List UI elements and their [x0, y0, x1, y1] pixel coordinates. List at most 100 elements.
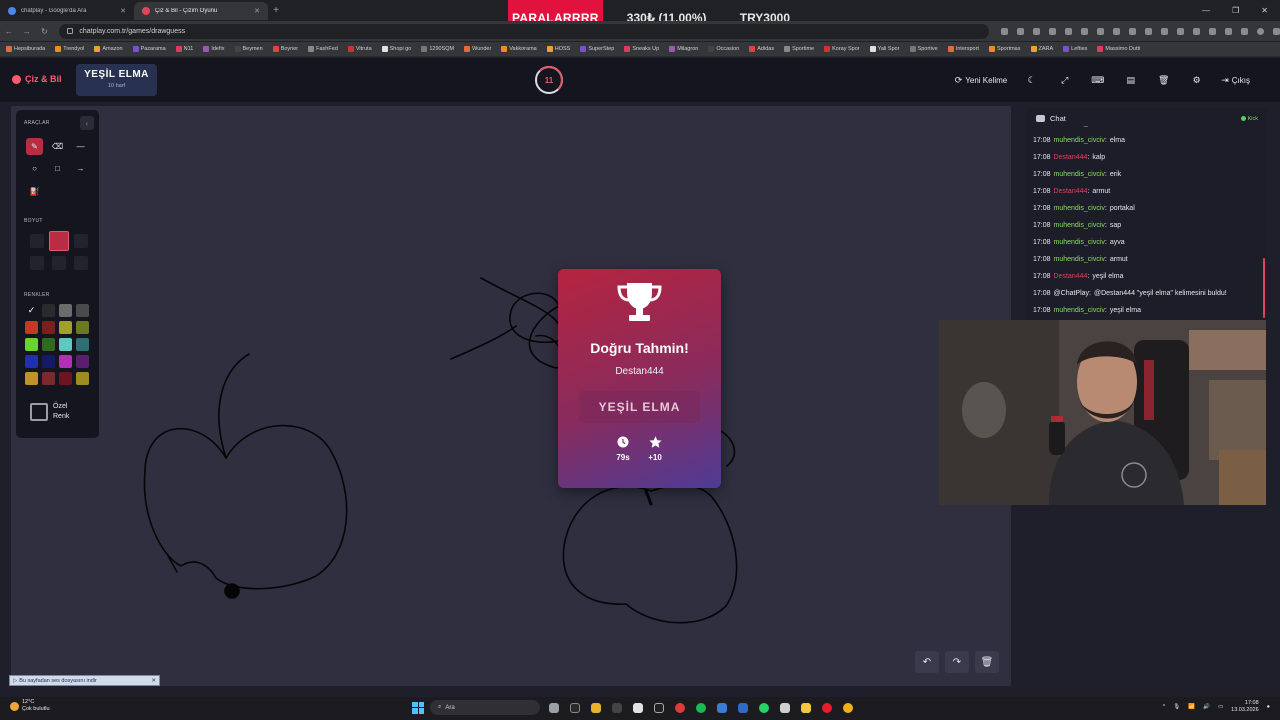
- reload-icon[interactable]: ↻: [36, 27, 54, 36]
- extension-icon[interactable]: [1081, 27, 1088, 35]
- app-icon[interactable]: [714, 700, 729, 715]
- color-swatch[interactable]: [59, 372, 72, 385]
- color-swatch[interactable]: [25, 372, 38, 385]
- battery-icon[interactable]: ▭: [1218, 704, 1223, 710]
- collapse-panel-button[interactable]: ‹: [80, 116, 94, 130]
- arrow-tool[interactable]: →: [72, 160, 89, 177]
- chat-message-user[interactable]: muhendis_civciv: [1054, 222, 1105, 229]
- bookmark-item[interactable]: Idefix: [203, 46, 225, 52]
- app-icon[interactable]: [672, 700, 687, 715]
- extension-icon[interactable]: [1209, 27, 1216, 35]
- extension-icon[interactable]: [1065, 27, 1072, 35]
- browser-menu-icon[interactable]: [1273, 27, 1280, 35]
- volume-icon[interactable]: 🔊: [1203, 704, 1210, 710]
- bookmark-item[interactable]: HOSS: [546, 46, 570, 52]
- audio-download-bar[interactable]: ▷ Bu sayfadan ses dosyasını indir ✕: [9, 675, 160, 686]
- bookmark-item[interactable]: Pazarama: [132, 46, 166, 52]
- task-view-icon[interactable]: [546, 700, 561, 715]
- app-icon[interactable]: [588, 700, 603, 715]
- color-swatch[interactable]: [42, 321, 55, 334]
- color-swatch[interactable]: [59, 304, 72, 317]
- extension-icon[interactable]: [1113, 27, 1120, 35]
- color-swatch[interactable]: [42, 355, 55, 368]
- color-swatch[interactable]: [42, 304, 55, 317]
- chat-message-user[interactable]: Destan444: [1054, 154, 1088, 161]
- fullscreen-button[interactable]: ⤢: [1048, 72, 1081, 88]
- bookmark-item[interactable]: Koray Spor: [824, 46, 860, 52]
- extension-icon[interactable]: [1241, 27, 1248, 35]
- new-tab-icon[interactable]: +: [268, 5, 284, 16]
- size-option[interactable]: [30, 234, 44, 248]
- brush-tool[interactable]: ✎: [26, 138, 43, 155]
- color-swatch[interactable]: [42, 338, 55, 351]
- app-icon[interactable]: [630, 700, 645, 715]
- bookmark-item[interactable]: SuperStep: [580, 46, 614, 52]
- color-swatch[interactable]: [76, 338, 89, 351]
- extension-icon[interactable]: [1225, 27, 1232, 35]
- chat-message-user[interactable]: muhendis_civciv: [1054, 125, 1105, 127]
- chat-messages[interactable]: 17:08muhendis_civciv:EKADFFEASJKDHASJD17…: [1033, 125, 1263, 322]
- circle-tool[interactable]: ○: [26, 160, 43, 177]
- extension-icon[interactable]: [1049, 27, 1056, 35]
- chat-message-user[interactable]: muhendis_civciv: [1054, 239, 1105, 246]
- keyboard-button[interactable]: ⌨: [1081, 72, 1114, 88]
- close-tab-icon[interactable]: ✕: [254, 7, 260, 15]
- close-download-bar-icon[interactable]: ✕: [151, 678, 159, 684]
- app-icon[interactable]: [609, 700, 624, 715]
- color-swatch[interactable]: [59, 355, 72, 368]
- new-word-button[interactable]: ⟳ Yeni Kelime: [947, 72, 1016, 88]
- bookmark-item[interactable]: Milagron: [669, 46, 698, 52]
- chat-message-user[interactable]: muhendis_civciv: [1054, 205, 1105, 212]
- color-swatch[interactable]: [59, 338, 72, 351]
- bookmark-item[interactable]: Adidas: [749, 46, 774, 52]
- app-icon[interactable]: [735, 700, 750, 715]
- tray-chevron-icon[interactable]: ^: [1163, 704, 1166, 710]
- drawing-canvas[interactable]: [11, 106, 1011, 686]
- fill-tool[interactable]: ⛽: [26, 183, 43, 200]
- network-icon[interactable]: 📶: [1188, 704, 1195, 710]
- delete-button[interactable]: 🗑: [1147, 72, 1180, 88]
- bookmark-item[interactable]: Lefties: [1063, 46, 1087, 52]
- chat-message-user[interactable]: muhendis_civciv: [1054, 256, 1105, 263]
- bookmark-item[interactable]: Sportime: [784, 46, 814, 52]
- color-swatch[interactable]: [76, 355, 89, 368]
- color-swatch[interactable]: [25, 338, 38, 351]
- folder-icon[interactable]: [798, 700, 813, 715]
- extension-icon[interactable]: [1017, 27, 1024, 35]
- size-option[interactable]: [30, 256, 44, 270]
- bookmark-item[interactable]: Trendyol: [55, 46, 84, 52]
- eraser-tool[interactable]: ⌫: [49, 138, 66, 155]
- theme-toggle-button[interactable]: ☾: [1015, 72, 1048, 88]
- undo-button[interactable]: ↶: [915, 651, 939, 673]
- chat-scrollbar[interactable]: [1263, 258, 1265, 318]
- browser-tab-active[interactable]: Çiz & Bil - Çizim Oyunu ✕: [134, 2, 268, 20]
- color-swatch[interactable]: [76, 321, 89, 334]
- clear-canvas-button[interactable]: 🗑: [975, 651, 999, 673]
- color-swatch[interactable]: [42, 372, 55, 385]
- whatsapp-icon[interactable]: [756, 700, 771, 715]
- app-icon[interactable]: [777, 700, 792, 715]
- bookmark-item[interactable]: Beymen: [234, 46, 263, 52]
- weather-widget[interactable]: 12°C Çok bulutlu: [10, 699, 50, 713]
- bookmark-item[interactable]: Wunder: [464, 46, 491, 52]
- chat-message-user[interactable]: muhendis_civciv: [1054, 307, 1105, 314]
- color-swatch[interactable]: [25, 355, 38, 368]
- extension-icon[interactable]: [1097, 27, 1104, 35]
- bookmark-item[interactable]: Sportive: [909, 46, 938, 52]
- bookmark-item[interactable]: Yali Spor: [869, 46, 900, 52]
- bookmark-item[interactable]: Occasion: [708, 46, 739, 52]
- size-option[interactable]: [74, 256, 88, 270]
- rectangle-tool[interactable]: □: [49, 160, 66, 177]
- chat-message-user[interactable]: Destan444: [1054, 273, 1088, 280]
- chat-message-user[interactable]: Destan444: [1054, 188, 1088, 195]
- windows-start-icon[interactable]: [412, 701, 424, 714]
- bookmark-item[interactable]: Sportmax: [988, 46, 1021, 52]
- size-option-selected[interactable]: [49, 231, 69, 251]
- browser-tab[interactable]: chatplay - Google'da Ara ✕: [0, 2, 134, 20]
- forward-icon[interactable]: →: [18, 27, 36, 36]
- close-window-icon[interactable]: ✕: [1261, 6, 1268, 15]
- profile-avatar[interactable]: [1257, 27, 1264, 35]
- settings-button[interactable]: ⚙: [1180, 72, 1213, 88]
- bookmark-item[interactable]: Boyner: [272, 46, 298, 52]
- back-icon[interactable]: ←: [0, 27, 18, 36]
